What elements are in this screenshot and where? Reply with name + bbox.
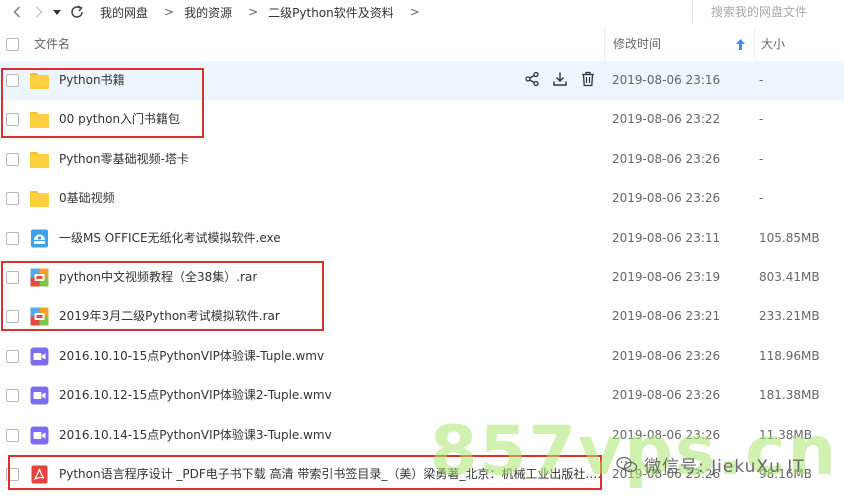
breadcrumb-item[interactable]: 我的资源 bbox=[184, 4, 232, 21]
select-all-checkbox[interactable] bbox=[6, 38, 19, 51]
table-row[interactable]: 0基础视频 2019-08-06 23:26 - bbox=[0, 179, 844, 218]
caret-down-icon bbox=[53, 9, 61, 15]
file-name[interactable]: 2016.10.10-15点PythonVIP体验课-Tuple.wmv bbox=[59, 337, 324, 376]
file-modified-time: 2019-08-06 23:26 bbox=[612, 427, 721, 442]
row-checkbox[interactable] bbox=[6, 270, 19, 284]
folder-icon bbox=[30, 189, 49, 208]
file-name[interactable]: Python书籍 bbox=[59, 61, 125, 100]
chevron-right-icon bbox=[36, 6, 43, 18]
table-row[interactable]: 00 python入门书籍包 2019-08-06 23:22 - bbox=[0, 100, 844, 139]
row-checkbox[interactable] bbox=[6, 349, 19, 363]
file-modified-time: 2019-08-06 23:16 bbox=[612, 73, 721, 87]
table-row[interactable]: 2016.10.14-15点PythonVIP体验课3-Tuple.wmv 20… bbox=[0, 416, 844, 455]
file-name[interactable]: 一级MS OFFICE无纸化考试模拟软件.exe bbox=[59, 219, 281, 258]
file-size: - bbox=[759, 191, 764, 206]
table-row[interactable]: 2016.10.12-15点PythonVIP体验课2-Tuple.wmv 20… bbox=[0, 376, 844, 415]
sort-ascending-icon[interactable] bbox=[736, 39, 745, 53]
breadcrumb-item[interactable]: 二级Python软件及资料 bbox=[268, 4, 394, 21]
file-name[interactable]: 00 python入门书籍包 bbox=[59, 100, 180, 139]
file-name[interactable]: Python语言程序设计 _PDF电子书下载 高清 带索引书签目录_（美）梁勇著… bbox=[59, 455, 604, 494]
file-size: - bbox=[759, 151, 764, 166]
file-modified-time: 2019-08-06 23:19 bbox=[612, 269, 721, 284]
table-row[interactable]: 2019年3月二级Python考试模拟软件.rar 2019-08-06 23:… bbox=[0, 297, 844, 336]
file-list-header: 文件名 修改时间 大小 bbox=[0, 27, 844, 62]
row-checkbox[interactable] bbox=[6, 152, 19, 166]
row-checkbox[interactable] bbox=[6, 467, 19, 481]
row-checkbox[interactable] bbox=[6, 113, 19, 127]
refresh-button[interactable] bbox=[66, 1, 88, 23]
pdf-file-icon bbox=[31, 465, 48, 484]
row-checkbox[interactable] bbox=[6, 428, 19, 442]
history-dropdown-button[interactable] bbox=[50, 1, 64, 23]
row-checkbox[interactable] bbox=[6, 389, 19, 403]
table-row[interactable]: Python语言程序设计 _PDF电子书下载 高清 带索引书签目录_（美）梁勇著… bbox=[0, 455, 844, 494]
file-modified-time: 2019-08-06 23:26 bbox=[612, 348, 721, 363]
forward-button[interactable] bbox=[28, 1, 50, 23]
breadcrumb: 我的网盘 > 我的资源 > 二级Python软件及资料 > bbox=[100, 4, 430, 21]
file-modified-time: 2019-08-06 23:26 bbox=[612, 466, 721, 481]
file-size: 11.38MB bbox=[759, 427, 812, 442]
file-size: 803.41MB bbox=[759, 269, 820, 284]
breadcrumb-separator-icon: > bbox=[409, 5, 420, 19]
file-size: - bbox=[759, 73, 764, 87]
video-file-icon bbox=[30, 426, 49, 445]
back-button[interactable] bbox=[6, 1, 28, 23]
file-size: 105.85MB bbox=[759, 230, 820, 245]
column-header-time[interactable]: 修改时间 bbox=[604, 27, 754, 62]
file-modified-time: 2019-08-06 23:26 bbox=[612, 191, 721, 206]
row-checkbox[interactable] bbox=[6, 231, 19, 245]
row-actions bbox=[524, 71, 596, 87]
file-name[interactable]: 2016.10.12-15点PythonVIP体验课2-Tuple.wmv bbox=[59, 376, 332, 415]
chevron-left-icon bbox=[13, 6, 20, 18]
file-name[interactable]: Python零基础视频-塔卡 bbox=[59, 140, 189, 179]
search-input[interactable] bbox=[711, 5, 831, 19]
refresh-icon bbox=[71, 5, 83, 18]
file-name[interactable]: 2019年3月二级Python考试模拟软件.rar bbox=[59, 297, 280, 336]
row-checkbox[interactable] bbox=[6, 310, 19, 324]
table-row[interactable]: Python书籍 2019-08-06 23:16 - bbox=[0, 61, 844, 101]
file-size: 118.96MB bbox=[759, 348, 820, 363]
trash-icon[interactable] bbox=[580, 71, 596, 87]
file-size: 233.21MB bbox=[759, 309, 820, 324]
file-size: 98.16MB bbox=[759, 466, 812, 481]
navigation-bar: 我的网盘 > 我的资源 > 二级Python软件及资料 > bbox=[0, 0, 844, 24]
file-modified-time: 2019-08-06 23:26 bbox=[612, 388, 721, 403]
table-row[interactable]: 2016.10.10-15点PythonVIP体验课-Tuple.wmv 201… bbox=[0, 337, 844, 376]
table-row[interactable]: python中文视频教程（全38集）.rar 2019-08-06 23:19 … bbox=[0, 258, 844, 297]
row-checkbox[interactable] bbox=[6, 192, 19, 206]
folder-icon bbox=[30, 110, 49, 129]
file-modified-time: 2019-08-06 23:21 bbox=[612, 309, 721, 324]
file-list: Python书籍 2019-08-06 23:16 - 00 python入门书… bbox=[0, 61, 844, 494]
breadcrumb-separator-icon: > bbox=[248, 5, 259, 19]
download-icon[interactable] bbox=[552, 71, 568, 87]
breadcrumb-item[interactable]: 我的网盘 bbox=[100, 4, 148, 21]
video-file-icon bbox=[30, 347, 49, 366]
file-name[interactable]: 2016.10.14-15点PythonVIP体验课3-Tuple.wmv bbox=[59, 416, 332, 455]
folder-icon bbox=[30, 150, 49, 169]
file-size: - bbox=[759, 112, 764, 127]
table-row[interactable]: 一级MS OFFICE无纸化考试模拟软件.exe 2019-08-06 23:1… bbox=[0, 219, 844, 258]
exe-file-icon bbox=[31, 229, 48, 248]
file-name[interactable]: python中文视频教程（全38集）.rar bbox=[59, 258, 257, 297]
column-header-size[interactable]: 大小 bbox=[754, 27, 844, 62]
table-row[interactable]: Python零基础视频-塔卡 2019-08-06 23:26 - bbox=[0, 140, 844, 179]
breadcrumb-separator-icon: > bbox=[164, 5, 175, 19]
folder-icon bbox=[30, 71, 49, 90]
file-name[interactable]: 0基础视频 bbox=[59, 179, 115, 218]
file-size: 181.38MB bbox=[759, 388, 820, 403]
row-checkbox[interactable] bbox=[6, 74, 19, 87]
file-modified-time: 2019-08-06 23:11 bbox=[612, 230, 721, 245]
file-modified-time: 2019-08-06 23:22 bbox=[612, 112, 721, 127]
share-icon[interactable] bbox=[524, 71, 540, 87]
column-header-name[interactable]: 文件名 bbox=[34, 27, 70, 62]
file-modified-time: 2019-08-06 23:26 bbox=[612, 151, 721, 166]
video-file-icon bbox=[30, 386, 49, 405]
search-box bbox=[692, 1, 844, 23]
rar-archive-icon bbox=[30, 268, 49, 287]
rar-archive-icon bbox=[30, 307, 49, 326]
